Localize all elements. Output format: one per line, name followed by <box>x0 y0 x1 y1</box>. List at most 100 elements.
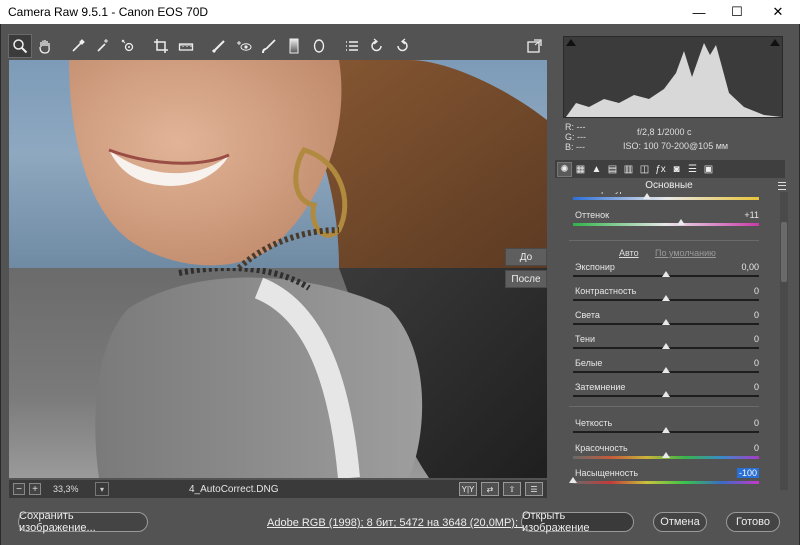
slider-row: Тени 0 <box>567 334 763 356</box>
auto-link[interactable]: Авто <box>619 248 639 258</box>
hsl-tab-icon[interactable]: ▤ <box>605 162 620 177</box>
zoom-dropdown[interactable]: ▾ <box>95 482 109 496</box>
spot-removal-icon[interactable] <box>207 34 231 58</box>
fullscreen-icon[interactable] <box>522 34 546 58</box>
before-after-toggle-icon[interactable]: Y|Y <box>459 482 477 496</box>
slider-handle[interactable] <box>643 193 652 199</box>
done-button[interactable]: Готово <box>726 512 780 532</box>
tone-curve-tab-icon[interactable]: ▦ <box>573 162 588 177</box>
title-bar: Camera Raw 9.5.1 - Canon EOS 70D — ☐ ✕ <box>0 0 800 24</box>
shadow-clipping-icon[interactable] <box>566 39 576 46</box>
section-divider <box>569 240 759 241</box>
adjustment-brush-icon[interactable] <box>257 34 281 58</box>
targeted-adjustment-icon[interactable] <box>116 34 140 58</box>
zoom-in-button[interactable]: + <box>29 483 41 495</box>
slider-handle[interactable] <box>662 319 670 325</box>
camera-calibration-tab-icon[interactable]: ◙ <box>669 162 684 177</box>
slider-handle[interactable] <box>662 391 670 397</box>
rotate-ccw-icon[interactable] <box>365 34 389 58</box>
slider-value-field[interactable]: +11 <box>719 210 759 220</box>
panel-title: Основные <box>645 180 693 191</box>
slider-label: Тени <box>575 334 595 344</box>
slider-label: Контрастность <box>575 286 637 296</box>
workflow-options-link[interactable]: Adobe RGB (1998); 8 бит; 5472 на 3648 (2… <box>267 517 557 529</box>
open-image-button[interactable]: Открыть изображение <box>521 510 634 534</box>
slider-handle[interactable] <box>676 219 685 225</box>
default-link[interactable]: По умолчанию <box>655 248 716 258</box>
image-preview[interactable]: До После <box>9 60 547 478</box>
histogram <box>563 36 783 118</box>
presets-tab-icon[interactable]: ☰ <box>685 162 700 177</box>
minimize-button[interactable]: — <box>680 0 718 24</box>
maximize-button[interactable]: ☐ <box>718 0 756 24</box>
slider-value-field[interactable]: 0 <box>719 418 759 428</box>
snapshots-tab-icon[interactable]: ▣ <box>701 162 716 177</box>
slider-handle[interactable] <box>662 295 670 301</box>
highlight-clipping-icon[interactable] <box>770 39 780 46</box>
aperture-shutter: f/2,8 1/2000 с <box>637 127 692 137</box>
effects-tab-icon[interactable]: ƒx <box>653 162 668 177</box>
panel-scrollbar[interactable] <box>780 192 788 490</box>
zoom-out-button[interactable]: − <box>13 483 25 495</box>
hand-tool-icon[interactable] <box>33 34 57 58</box>
zoom-tool-icon[interactable] <box>8 34 32 58</box>
slider-handle[interactable] <box>662 427 670 433</box>
slider-value-field[interactable]: 0,00 <box>719 262 759 272</box>
scrollbar-thumb[interactable] <box>781 222 787 282</box>
window-title: Camera Raw 9.5.1 - Canon EOS 70D <box>8 5 209 19</box>
slider-row: Оттенок +11 <box>567 210 763 232</box>
preferences-icon[interactable] <box>340 34 364 58</box>
slider-handle[interactable] <box>569 477 577 483</box>
slider-value-field[interactable]: 0 <box>719 334 759 344</box>
slider-handle[interactable] <box>662 343 670 349</box>
slider-label: Температура <box>575 192 630 194</box>
slider-row: Экспонир 0,00 <box>567 262 763 284</box>
slider-track[interactable] <box>573 481 759 484</box>
lens-corrections-tab-icon[interactable]: ◫ <box>637 162 652 177</box>
detail-tab-icon[interactable]: ▲ <box>589 162 604 177</box>
close-button[interactable]: ✕ <box>756 0 800 24</box>
slider-label: Красочность <box>575 443 628 453</box>
slider-value-field[interactable]: 0 <box>719 310 759 320</box>
slider-value-field[interactable]: 0 <box>719 443 759 453</box>
slider-value-field[interactable]: 0 <box>719 382 759 392</box>
panel-menu-icon[interactable] <box>778 182 786 190</box>
crop-icon[interactable] <box>149 34 173 58</box>
slider-row: Контрастность 0 <box>567 286 763 308</box>
toggle-settings-icon[interactable]: ☰ <box>525 482 543 496</box>
basic-panel: Температура 5750 Оттенок +11 Экспонир 0,00 Кон… <box>567 192 767 490</box>
straighten-icon[interactable] <box>174 34 198 58</box>
basic-tab-icon[interactable]: ✺ <box>557 161 572 177</box>
swap-settings-icon[interactable]: ⇄ <box>481 482 499 496</box>
slider-label: Насыщенность <box>575 468 639 478</box>
slider-row: Температура 5750 <box>567 192 763 206</box>
color-sampler-icon[interactable] <box>91 34 115 58</box>
slider-track[interactable] <box>573 223 759 226</box>
cancel-button[interactable]: Отмена <box>653 512 707 532</box>
section-divider <box>569 406 759 407</box>
slider-label: Четкость <box>575 418 613 428</box>
slider-track[interactable] <box>573 197 759 200</box>
slider-row: Света 0 <box>567 310 763 332</box>
slider-label: Оттенок <box>575 210 610 220</box>
copy-settings-icon[interactable]: ⇧ <box>503 482 521 496</box>
filename: 4_AutoCorrect.DNG <box>189 483 279 495</box>
before-label: До <box>505 248 547 266</box>
red-eye-icon[interactable] <box>232 34 256 58</box>
graduated-filter-icon[interactable] <box>282 34 306 58</box>
slider-label: Белые <box>575 358 603 368</box>
rotate-cw-icon[interactable] <box>390 34 414 58</box>
split-toning-tab-icon[interactable]: ▥ <box>621 162 636 177</box>
white-balance-icon[interactable] <box>66 34 90 58</box>
slider-handle[interactable] <box>662 367 670 373</box>
chevron-down-icon: ▾ <box>99 484 104 494</box>
slider-value-field[interactable]: 0 <box>719 358 759 368</box>
save-image-button[interactable]: Сохранить изображение... <box>18 510 148 534</box>
slider-value-field[interactable]: -100 <box>737 468 759 478</box>
panel-tabs: ✺ ▦ ▲ ▤ ▥ ◫ ƒx ◙ ☰ ▣ <box>555 160 785 178</box>
radial-filter-icon[interactable] <box>307 34 331 58</box>
slider-value-field[interactable]: 5750 <box>719 192 759 194</box>
slider-value-field[interactable]: 0 <box>719 286 759 296</box>
slider-handle[interactable] <box>662 452 670 458</box>
slider-handle[interactable] <box>662 271 670 277</box>
